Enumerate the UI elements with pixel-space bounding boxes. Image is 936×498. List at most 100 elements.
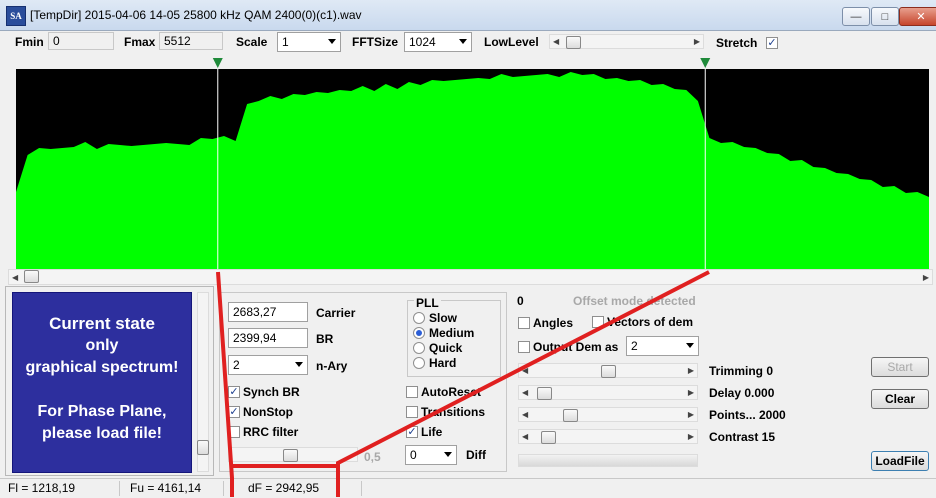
app-icon: SA <box>6 6 26 26</box>
slider-thumb[interactable] <box>541 431 556 444</box>
right-arrow-icon[interactable]: ▶ <box>688 410 694 419</box>
fmin-field[interactable]: 0 <box>48 32 114 50</box>
autoreset-label: AutoReset <box>421 385 482 399</box>
state-line-5: please load file! <box>41 425 163 442</box>
right-arrow-icon[interactable]: ▶ <box>694 37 700 46</box>
slider-thumb[interactable] <box>283 449 298 462</box>
slider-thumb[interactable] <box>566 36 581 49</box>
chevron-down-icon <box>328 39 336 44</box>
chevron-down-icon <box>686 343 694 348</box>
transitions-checkbox[interactable] <box>406 406 418 418</box>
trimming-label: Trimming 0 <box>709 364 774 378</box>
minimize-icon: — <box>850 10 862 23</box>
diff-value: 0 <box>410 448 417 462</box>
right-arrow-icon[interactable]: ▶ <box>688 388 694 397</box>
delay-slider[interactable]: ◀ ▶ <box>518 385 698 400</box>
autoreset-checkbox[interactable] <box>406 386 418 398</box>
fftsize-value: 1024 <box>409 35 436 49</box>
nary-select[interactable]: 2 <box>228 355 308 375</box>
vectors-checkbox[interactable] <box>592 316 604 328</box>
maximize-button[interactable]: □ <box>871 7 899 26</box>
left-arrow-icon[interactable]: ◀ <box>12 273 18 282</box>
stretch-checkbox[interactable]: ✓ <box>766 37 778 49</box>
output-label: Output Dem as <box>533 340 619 354</box>
spectrum-scrollbar[interactable]: ◀ ▶ <box>8 269 933 285</box>
diff-select[interactable]: 0 <box>405 445 457 465</box>
nonstop-checkbox[interactable]: ✓ <box>228 406 240 418</box>
clear-button[interactable]: Clear <box>871 389 929 409</box>
close-button[interactable]: ✕ <box>899 7 936 26</box>
trimming-slider[interactable]: ◀ ▶ <box>518 363 698 378</box>
start-button[interactable]: Start <box>871 357 929 377</box>
state-scrollbar[interactable] <box>197 292 209 472</box>
angles-checkbox[interactable] <box>518 317 530 329</box>
state-line-4: For Phase Plane, <box>37 403 167 420</box>
slider-thumb[interactable] <box>537 387 552 400</box>
state-panel: Current state only graphical spectrum! F… <box>12 292 192 473</box>
left-arrow-icon[interactable]: ◀ <box>553 37 559 46</box>
window-title: [TempDir] 2015-04-06 14-05 25800 kHz QAM… <box>30 8 362 22</box>
right-arrow-icon[interactable]: ▶ <box>688 366 694 375</box>
life-checkbox[interactable]: ✓ <box>406 426 418 438</box>
output-checkbox[interactable] <box>518 341 530 353</box>
transitions-label: Transitions <box>421 405 486 419</box>
scroll-thumb[interactable] <box>24 270 39 283</box>
rrc-slider[interactable] <box>228 447 358 462</box>
close-icon: ✕ <box>916 11 926 23</box>
carrier-field[interactable]: 2683,27 <box>228 302 308 322</box>
right-arrow-icon[interactable]: ▶ <box>923 273 929 282</box>
pll-medium-label: Medium <box>429 326 475 340</box>
rrc-checkbox[interactable] <box>228 426 240 438</box>
lowlevel-slider[interactable]: ◀ ▶ <box>549 34 704 49</box>
fmax-field[interactable]: 5512 <box>159 32 223 50</box>
vectors-label: Vectors of dem <box>607 315 694 329</box>
loadfile-button[interactable]: LoadFile <box>871 451 929 471</box>
slider-thumb[interactable] <box>563 409 578 422</box>
output-value: 2 <box>631 339 638 353</box>
synch-br-checkbox[interactable]: ✓ <box>228 386 240 398</box>
progress-bar <box>518 454 698 467</box>
title-bar: SA [TempDir] 2015-04-06 14-05 25800 kHz … <box>0 0 936 31</box>
delay-label: Delay 0.000 <box>709 386 775 400</box>
offset-value: 0 <box>517 294 524 308</box>
pll-hard-radio[interactable] <box>413 357 425 369</box>
fftsize-select[interactable]: 1024 <box>404 32 472 52</box>
status-df: dF = 2942,95 <box>242 481 362 496</box>
contrast-label: Contrast 15 <box>709 430 776 444</box>
left-arrow-icon[interactable]: ◀ <box>522 432 528 441</box>
marker-handle-fu-icon[interactable] <box>700 58 711 68</box>
fmin-label: Fmin <box>15 35 44 49</box>
pll-quick-label: Quick <box>429 341 463 355</box>
maximize-icon: □ <box>881 10 889 23</box>
marker-handles[interactable] <box>16 57 929 69</box>
angles-label: Angles <box>533 316 574 330</box>
points-slider[interactable]: ◀ ▶ <box>518 407 698 422</box>
left-arrow-icon[interactable]: ◀ <box>522 366 528 375</box>
stretch-label: Stretch <box>716 36 758 50</box>
chevron-down-icon <box>444 452 452 457</box>
fftsize-label: FFTSize <box>352 35 399 49</box>
pll-quick-radio[interactable] <box>413 342 425 354</box>
offset-status: Offset mode detected <box>573 294 696 308</box>
rrc-label: RRC filter <box>243 425 299 439</box>
minimize-button[interactable]: — <box>842 7 870 26</box>
state-line-3: graphical spectrum! <box>25 359 179 376</box>
synch-br-label: Synch BR <box>243 385 300 399</box>
br-field[interactable]: 2399,94 <box>228 328 308 348</box>
chevron-down-icon <box>459 39 467 44</box>
spectrum-plot[interactable] <box>16 69 929 269</box>
scale-select[interactable]: 1 <box>277 32 341 52</box>
status-fu: Fu = 4161,14 <box>124 481 224 496</box>
pll-medium-radio[interactable] <box>413 327 425 339</box>
left-arrow-icon[interactable]: ◀ <box>522 410 528 419</box>
contrast-slider[interactable]: ◀ ▶ <box>518 429 698 444</box>
pll-slow-radio[interactable] <box>413 312 425 324</box>
marker-handle-fl-icon[interactable] <box>212 58 223 68</box>
output-select[interactable]: 2 <box>626 336 699 356</box>
scroll-thumb[interactable] <box>197 440 209 455</box>
life-label: Life <box>421 425 443 439</box>
left-arrow-icon[interactable]: ◀ <box>522 388 528 397</box>
right-arrow-icon[interactable]: ▶ <box>688 432 694 441</box>
slider-thumb[interactable] <box>601 365 616 378</box>
nonstop-label: NonStop <box>243 405 293 419</box>
